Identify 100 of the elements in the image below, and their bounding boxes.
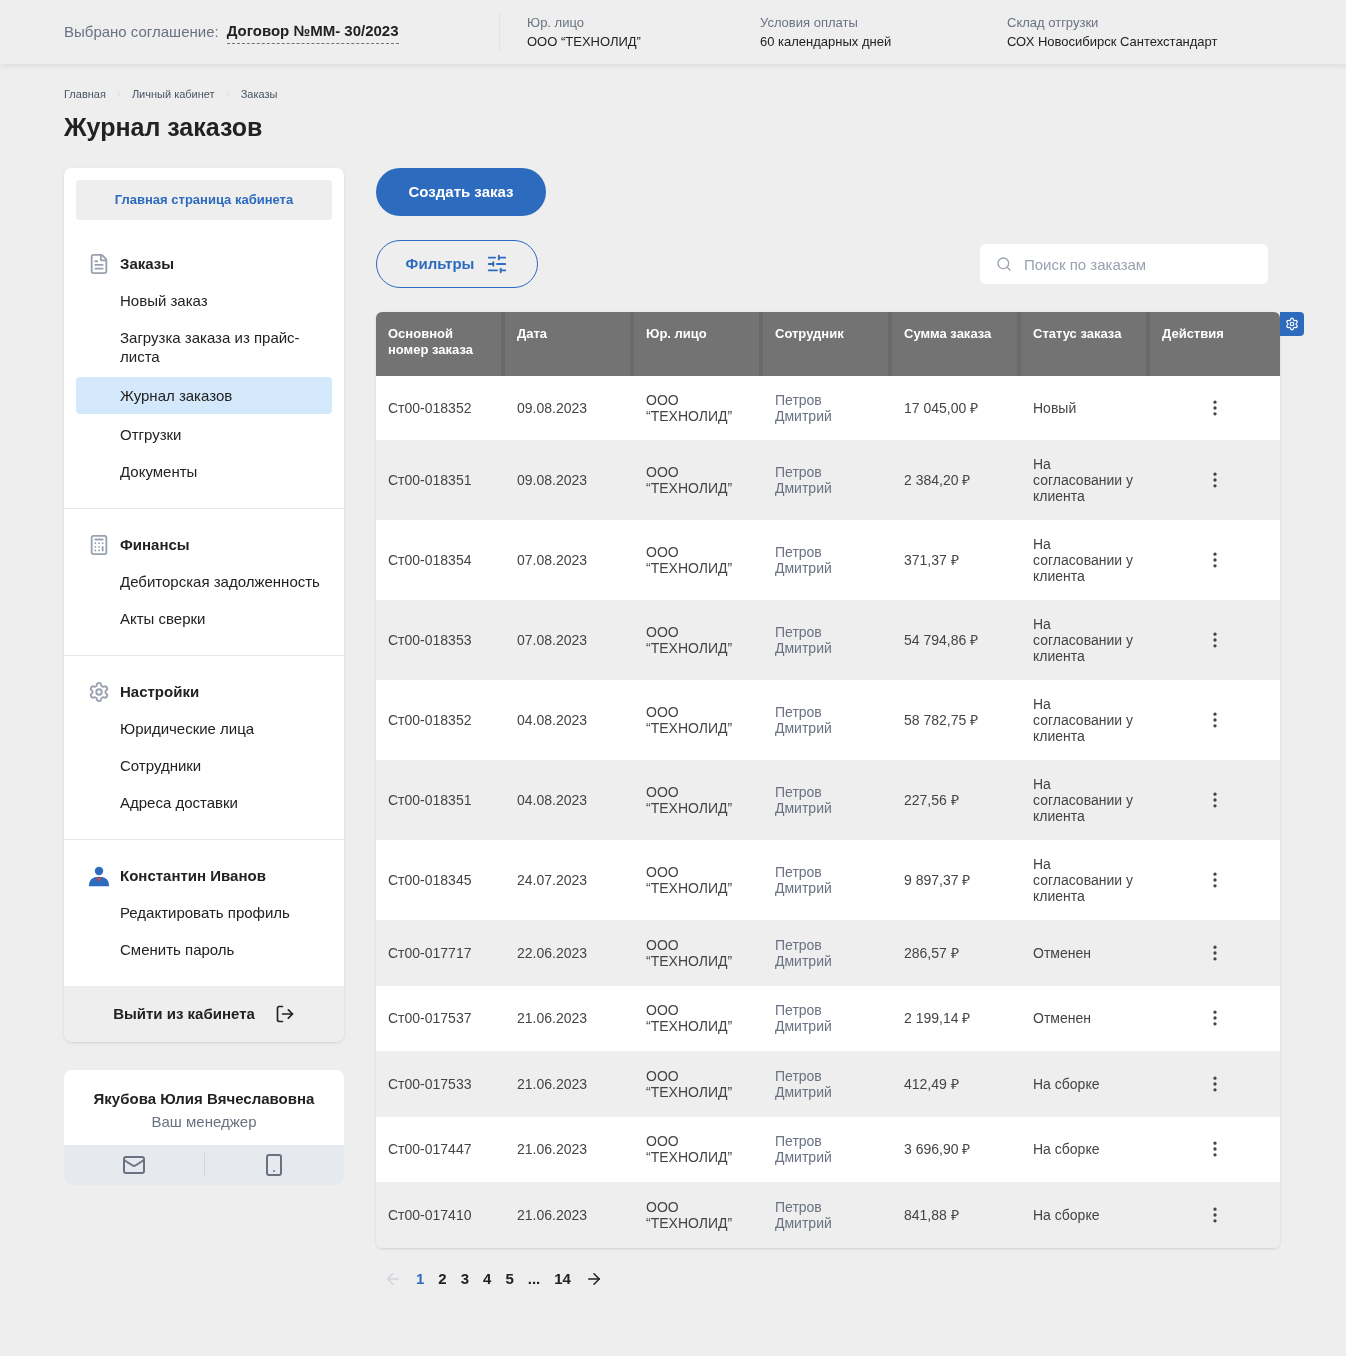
breadcrumb-link[interactable]: Личный кабинет bbox=[131, 86, 215, 103]
page-title: Журнал заказов bbox=[64, 111, 264, 143]
sidebar-item[interactable]: Адреса доставки bbox=[76, 784, 332, 821]
table-cell-text: Петров Дмитрий bbox=[774, 464, 833, 496]
table-cell-text: 07.08.2023 bbox=[516, 552, 589, 568]
field-value: ООО “ТЕХНОЛИД” bbox=[527, 33, 642, 51]
table-cell-text: Петров Дмитрий bbox=[774, 544, 833, 576]
sidebar-item[interactable]: Документы bbox=[76, 453, 332, 490]
page-link[interactable]: 4 bbox=[483, 1267, 492, 1290]
table-cell-text: 227,56 ₽ bbox=[903, 792, 960, 808]
page-link[interactable]: ... bbox=[527, 1267, 541, 1290]
field-label: Склад отгрузки bbox=[1007, 13, 1100, 32]
table-cell-text: ООО “ТЕХНОЛИД” bbox=[645, 392, 734, 424]
table-cell-text: Петров Дмитрий bbox=[774, 704, 833, 736]
table-cell-text: 9 897,37 ₽ bbox=[903, 872, 972, 888]
table-cell-text: 21.06.2023 bbox=[516, 1010, 589, 1027]
manager-name: Якубова Юлия Вячеславовна bbox=[93, 1089, 315, 1109]
sidebar-item[interactable]: Сменить пароль bbox=[76, 931, 332, 968]
sidebar-item[interactable]: Акты сверки bbox=[76, 600, 332, 637]
sidebar-item[interactable]: Юридические лица bbox=[76, 710, 332, 747]
section-title: Финансы bbox=[120, 534, 190, 555]
section-title: Константин Иванов bbox=[120, 865, 266, 886]
table-cell-text: 09.08.2023 bbox=[516, 400, 589, 416]
table-cell-text: Ст00-018353 bbox=[387, 632, 473, 648]
sidebar-item[interactable]: Журнал заказов bbox=[76, 377, 332, 414]
table-cell-text: Ст00-017447 bbox=[387, 1141, 473, 1158]
table-cell-text: 21.06.2023 bbox=[516, 1075, 589, 1092]
table-cell-text: Петров Дмитрий bbox=[774, 1198, 833, 1231]
sidebar-item[interactable]: Отгрузки bbox=[76, 416, 332, 453]
table-cell-text: 2 384,20 ₽ bbox=[903, 472, 972, 488]
breadcrumb-link[interactable]: Главная bbox=[64, 86, 106, 103]
table-cell-text: 21.06.2023 bbox=[516, 1206, 589, 1223]
page-link[interactable]: 1 bbox=[416, 1267, 425, 1290]
table-cell-text: Ст00-018345 bbox=[387, 872, 473, 888]
field-value: СОХ Новосибирск Сантехстандарт bbox=[1007, 33, 1219, 51]
table-cell-text: Петров Дмитрий bbox=[774, 936, 833, 969]
settings-button[interactable] bbox=[1280, 312, 1304, 336]
table-cell-text: Петров Дмитрий bbox=[774, 1133, 833, 1166]
sidebar-item[interactable]: Дебиторская задолженность bbox=[76, 563, 332, 600]
table-cell-text: ООО “ТЕХНОЛИД” bbox=[645, 1067, 734, 1100]
sidebar-item[interactable]: Новый заказ bbox=[76, 282, 332, 319]
field-label: Юр. лицо bbox=[527, 13, 585, 32]
sliders-icon bbox=[486, 253, 509, 275]
document-icon bbox=[88, 252, 110, 276]
table-cell-text: ООО “ТЕХНОЛИД” bbox=[645, 1133, 734, 1166]
agreement-label: Выбрано соглашение: bbox=[64, 21, 219, 42]
table-cell-text: Ст00-017533 bbox=[387, 1075, 473, 1092]
calculator-icon bbox=[88, 533, 110, 557]
agreement-link[interactable]: Договор №ММ- 30/2023 bbox=[226, 20, 399, 44]
table-cell-text: 58 782,75 ₽ bbox=[903, 712, 980, 728]
column-header: Действия bbox=[1161, 325, 1225, 343]
table-cell-text: Отменен bbox=[1032, 944, 1092, 961]
table-cell-text: ООО “ТЕХНОЛИД” bbox=[645, 864, 734, 896]
table-cell-text: Петров Дмитрий bbox=[774, 1067, 833, 1100]
table-cell-text: 07.08.2023 bbox=[516, 632, 589, 648]
page-link[interactable]: 3 bbox=[460, 1267, 470, 1290]
home-button[interactable]: Главная страница кабинета bbox=[76, 180, 332, 220]
page-link[interactable]: 14 bbox=[554, 1267, 571, 1290]
table-cell-text: На согласовании у клиента bbox=[1032, 696, 1134, 744]
table-cell-text: 3 696,90 ₽ bbox=[903, 1141, 972, 1158]
table-cell-text: ООО “ТЕХНОЛИД” bbox=[645, 544, 734, 576]
table-cell-text: На согласовании у клиента bbox=[1032, 856, 1134, 904]
table-cell-text: ООО “ТЕХНОЛИД” bbox=[645, 936, 734, 969]
mail-icon[interactable] bbox=[121, 1153, 146, 1177]
page-link[interactable]: 2 bbox=[438, 1267, 447, 1290]
table-cell-text: Отменен bbox=[1032, 1010, 1092, 1027]
search-icon bbox=[996, 256, 1012, 272]
sidebar-item[interactable]: Редактировать профиль bbox=[76, 894, 332, 931]
table-cell-text: 412,49 ₽ bbox=[903, 1075, 960, 1092]
table-cell-text: 286,57 ₽ bbox=[903, 944, 960, 961]
page-link[interactable]: 5 bbox=[505, 1267, 514, 1290]
manager-role: Ваш менеджер bbox=[151, 1111, 257, 1132]
section-title: Заказы bbox=[120, 253, 175, 274]
search-field[interactable]: Поиск по заказам bbox=[980, 244, 1268, 284]
logout-button[interactable]: Выйти из кабинета bbox=[64, 986, 344, 1042]
table-cell-text: Новый bbox=[1032, 400, 1078, 416]
table-cell-text: 21.06.2023 bbox=[516, 1141, 589, 1158]
sidebar-item[interactable]: Сотрудники bbox=[76, 747, 332, 784]
field-label: Условия оплаты bbox=[760, 13, 859, 32]
table-cell-text: На согласовании у клиента bbox=[1032, 776, 1134, 824]
table-cell-text: На сборке bbox=[1032, 1075, 1101, 1092]
table-cell-text: Ст00-018352 bbox=[387, 400, 473, 416]
create-order-button[interactable]: Создать заказ bbox=[376, 168, 546, 216]
field-value: 60 календарных дней bbox=[760, 33, 893, 51]
breadcrumb-link[interactable]: Заказы bbox=[240, 86, 278, 103]
table-cell-text: На согласовании у клиента bbox=[1032, 456, 1134, 504]
table-cell-text: 54 794,86 ₽ bbox=[903, 632, 980, 648]
table-cell-text: Ст00-018352 bbox=[387, 712, 473, 728]
table-cell-text: 04.08.2023 bbox=[516, 792, 589, 808]
section-title: Настройки bbox=[120, 681, 200, 702]
table-cell-text: 17 045,00 ₽ bbox=[903, 400, 980, 416]
sidebar-item[interactable]: Загрузка заказа из прайс-листа bbox=[76, 319, 332, 375]
table-cell-text: Ст00-017410 bbox=[387, 1206, 473, 1223]
table-cell-text: 09.08.2023 bbox=[516, 472, 589, 488]
gear-icon bbox=[88, 680, 110, 704]
table-cell-text: ООО “ТЕХНОЛИД” bbox=[645, 704, 734, 736]
table-cell-text: 2 199,14 ₽ bbox=[903, 1010, 972, 1027]
table-cell-text: Петров Дмитрий bbox=[774, 864, 833, 896]
table-cell-text: ООО “ТЕХНОЛИД” bbox=[645, 464, 734, 496]
table-cell-text: Петров Дмитрий bbox=[774, 784, 833, 816]
